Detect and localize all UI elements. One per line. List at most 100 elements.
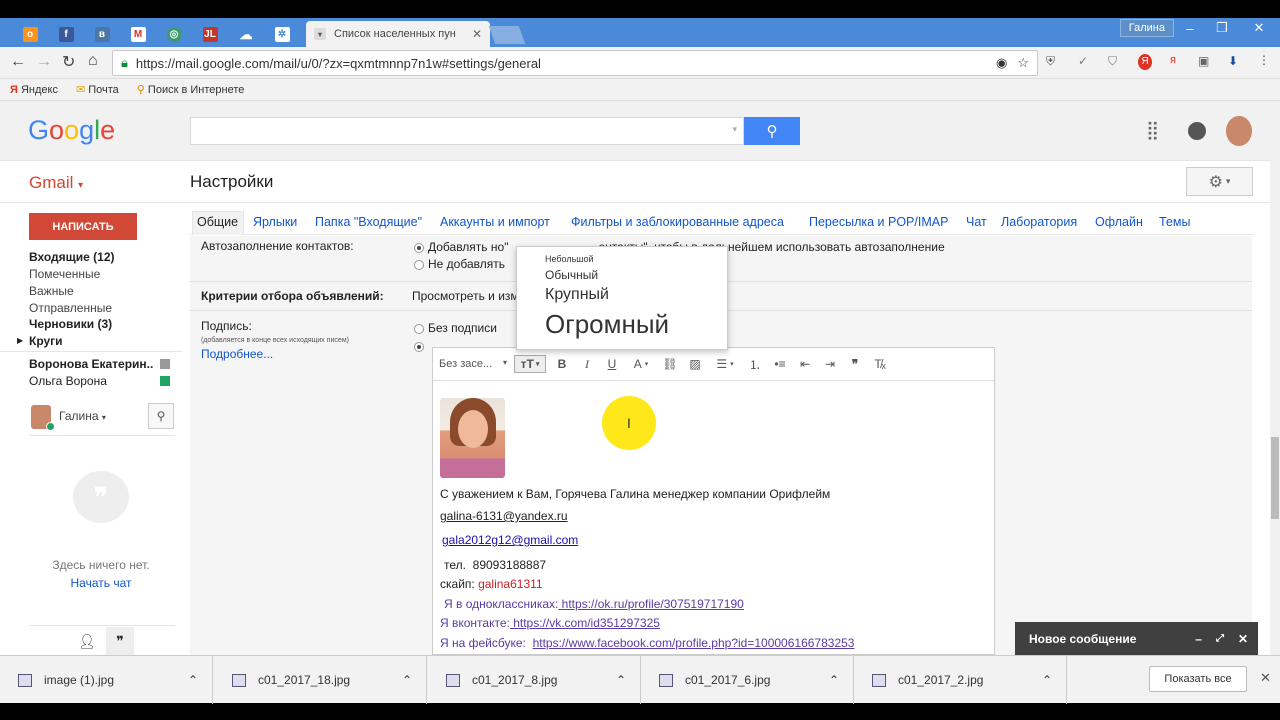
close-window-icon[interactable]: ✕ [1238, 18, 1280, 38]
menu-item-normal[interactable]: Обычный [545, 268, 598, 282]
back-icon[interactable]: ← [10, 53, 26, 71]
bookmark-search[interactable]: ⚲ Поиск в Интернете [137, 83, 245, 96]
scrollbar[interactable] [1270, 101, 1280, 655]
link-icon[interactable]: ⛓ [661, 355, 679, 373]
chevron-up-icon[interactable]: ⌃ [1042, 673, 1052, 687]
menu-item-huge[interactable]: Огромный [545, 309, 669, 340]
bold-icon[interactable]: B [553, 355, 571, 373]
text-color-icon[interactable]: A ▾ [628, 355, 654, 373]
signature-option[interactable] [414, 339, 428, 353]
download-item[interactable]: image (1).jpg ⌃ [0, 656, 213, 704]
more-link[interactable]: Подробнее... [201, 347, 273, 361]
download-ext-icon[interactable]: ⬇ [1228, 54, 1238, 68]
close-tab-icon[interactable]: ✕ [472, 27, 482, 41]
hangouts-tab-icon[interactable]: ❞ [106, 627, 134, 655]
font-size-button[interactable]: тT ▾ [514, 355, 546, 373]
menu-item-large[interactable]: Крупный [545, 286, 609, 304]
tab-odnoklassniki[interactable]: о [12, 22, 48, 47]
notifications-icon[interactable] [1188, 122, 1206, 140]
close-icon[interactable]: ✕ [1238, 632, 1248, 646]
search-button[interactable]: ⚲ [744, 117, 800, 145]
extension-icon[interactable]: ⛨ [1046, 54, 1055, 69]
signature-email-1[interactable]: galina-6131@yandex.ru [440, 509, 568, 523]
reload-icon[interactable]: ↻ [62, 52, 75, 72]
bookmark-yandex[interactable]: Я Яндекс [10, 84, 58, 96]
contact-item[interactable]: Воронова Екатерин... [29, 357, 154, 371]
scrollbar-thumb[interactable] [1271, 437, 1279, 519]
home-icon[interactable]: ⌂ [88, 52, 98, 70]
image-icon[interactable]: ▨ [686, 355, 704, 373]
download-item[interactable]: c01_2017_8.jpg ⌃ [428, 656, 641, 704]
chevron-up-icon[interactable]: ⌃ [402, 673, 412, 687]
tab-themes[interactable]: Темы [1159, 215, 1190, 229]
download-item[interactable]: c01_2017_2.jpg ⌃ [854, 656, 1067, 704]
sidebar-item-starred[interactable]: Помеченные [29, 267, 100, 281]
chat-user[interactable]: Галина ▾ [59, 409, 106, 423]
gmail-brand[interactable]: Gmail ▾ [29, 173, 83, 193]
tab-chat[interactable]: Чат [966, 215, 987, 229]
signature-fb[interactable]: Я на фейсбуке: https://www.facebook.com/… [440, 636, 854, 650]
indent-more-icon[interactable]: ⇥ [821, 355, 839, 373]
address-bar[interactable]: 🔒︎ https://mail.google.com/mail/u/0/?zx=… [112, 50, 1038, 76]
italic-icon[interactable]: I [578, 355, 596, 373]
tab-snow[interactable]: ✲ [264, 22, 300, 47]
no-signature-option[interactable]: Без подписи [414, 321, 497, 335]
check-icon[interactable]: ✓ [1078, 54, 1088, 68]
chevron-up-icon[interactable]: ⌃ [829, 673, 839, 687]
avatar[interactable] [1226, 116, 1252, 146]
forward-icon[interactable]: → [36, 53, 52, 71]
tab-forwarding[interactable]: Пересылка и POP/IMAP [809, 215, 948, 229]
underline-icon[interactable]: U [603, 355, 621, 373]
expand-icon[interactable]: ▶ [17, 336, 23, 345]
tab-gmail[interactable]: M [120, 22, 156, 47]
remove-format-icon[interactable]: T̸ₓ [871, 355, 889, 373]
sidebar-item-drafts[interactable]: Черновики (3) [29, 317, 112, 331]
minimize-icon[interactable]: – [1195, 632, 1202, 646]
bullet-list-icon[interactable]: •≡ [771, 355, 789, 373]
show-all-button[interactable]: Показать все [1149, 666, 1247, 692]
chat-search-button[interactable]: ⚲ [148, 403, 174, 429]
tab-general[interactable]: Общие [197, 215, 238, 229]
tab-jl[interactable]: JL [192, 22, 228, 47]
signature-vk[interactable]: Я вконтакте: https://vk.com/id351297325 [440, 616, 660, 630]
tab-labs[interactable]: Лаборатория [1001, 215, 1077, 229]
signature-email-2[interactable]: gala2012g12@gmail.com [442, 533, 578, 547]
settings-button[interactable]: ⚙ ▾ [1186, 167, 1253, 196]
tab-filters[interactable]: Фильтры и заблокированные адреса [571, 215, 784, 229]
compose-button[interactable]: НАПИСАТЬ [29, 213, 137, 240]
bookmark-mail[interactable]: ✉ Почта [76, 83, 119, 96]
sidebar-item-important[interactable]: Важные [29, 284, 74, 298]
start-chat-link[interactable]: Начать чат [0, 576, 202, 590]
expand-icon[interactable]: ⤢ [1216, 633, 1224, 644]
autocomplete-option-none[interactable]: Не добавлять [414, 257, 505, 271]
signature-editor[interactable]: Без засе... ▾ тT ▾ B I U A ▾ ⛓ ▨ ☰ ▾ ⒈ •≡ ⇤ … [432, 347, 995, 655]
numbered-list-icon[interactable]: ⒈ [746, 355, 764, 373]
tab-labels[interactable]: Ярлыки [253, 215, 297, 229]
yandex-ext-icon[interactable]: Я [1138, 54, 1152, 70]
eye-icon[interactable]: ◉ [996, 55, 1007, 71]
tab-offline[interactable]: Офлайн [1095, 215, 1143, 229]
new-tab-button[interactable] [488, 26, 526, 44]
square-icon[interactable]: ▣ [1198, 54, 1209, 68]
yandex-icon[interactable]: я [1170, 54, 1176, 66]
tab-facebook[interactable]: f [48, 22, 84, 47]
minimize-icon[interactable]: – [1174, 18, 1206, 38]
sidebar-item-sent[interactable]: Отправленные [29, 301, 112, 315]
shield-icon[interactable]: ⛉ [1108, 54, 1117, 69]
contact-item[interactable]: Ольга Ворона [29, 374, 107, 388]
align-icon[interactable]: ☰ ▾ [711, 355, 739, 373]
search-input[interactable]: ▾ [190, 117, 744, 145]
tab-accounts[interactable]: Аккаунты и импорт [440, 215, 550, 229]
new-message-bar[interactable]: Новое сообщение – ⤢ ✕ [1015, 622, 1258, 655]
download-item[interactable]: c01_2017_18.jpg ⌃ [214, 656, 427, 704]
profile-chip[interactable]: Галина [1119, 19, 1174, 37]
tab-site[interactable]: ◎ [156, 22, 192, 47]
tab-active[interactable]: ▾ Список населенных пун ✕ [306, 21, 490, 47]
person-icon[interactable]: 👤︎ [78, 633, 96, 650]
sidebar-item-circles[interactable]: Круги [29, 334, 63, 348]
font-select[interactable]: Без засе... ▾ [439, 358, 507, 370]
chevron-up-icon[interactable]: ⌃ [616, 673, 626, 687]
sidebar-item-inbox[interactable]: Входящие (12) [29, 250, 115, 264]
google-logo[interactable]: Google [28, 115, 115, 146]
signature-ok[interactable]: Я в одноклассниках: https://ok.ru/profil… [444, 597, 744, 611]
